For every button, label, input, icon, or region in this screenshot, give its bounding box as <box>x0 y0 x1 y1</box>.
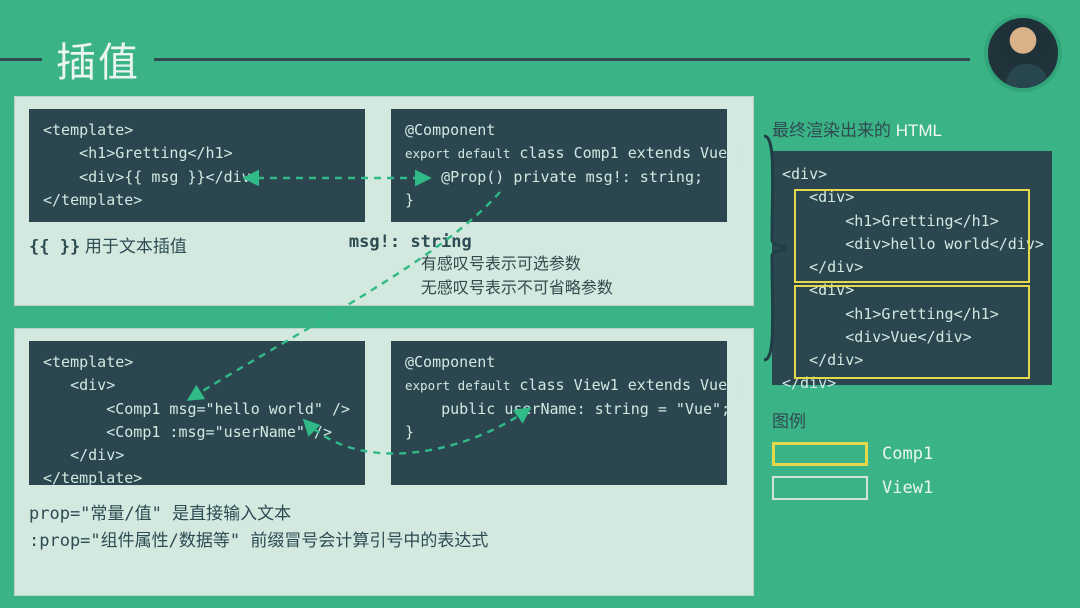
comp1-decorator: @Component <box>405 121 495 139</box>
view1-class-decl: class View1 extends Vue { <box>510 376 745 394</box>
note-prop-bound: :prop="组件属性/数据等" 前缀冒号会计算引号中的表达式 <box>29 528 739 555</box>
comp1-close-brace: } <box>405 191 414 209</box>
slide-title: 插值 <box>42 30 154 88</box>
panel-view1-row: <template> <div> <Comp1 msg="hello world… <box>29 341 739 485</box>
panel-view1-notes: prop="常量/值" 是直接输入文本 :prop="组件属性/数据等" 前缀冒… <box>29 501 739 555</box>
legend-heading: 图例 <box>772 407 1052 432</box>
right-column: 最终渲染出来的 HTML <div> <div> <h1>Gretting</h… <box>772 96 1052 596</box>
view1-decorator: @Component <box>405 353 495 371</box>
component-code-view1: @Component export default class View1 ex… <box>391 341 727 485</box>
highlight-comp1-instance1 <box>794 189 1030 283</box>
note-mustache-text: 用于文本插值 <box>80 237 187 256</box>
legend-swatch-comp1 <box>772 442 868 466</box>
legend-label-view1: View1 <box>882 478 933 498</box>
legend-label-comp1: Comp1 <box>882 444 933 464</box>
comp1-prop-line: @Prop() private msg!: string; <box>405 168 703 186</box>
note-mustache: {{ }} 用于文本插值 <box>29 232 187 299</box>
note-msg-bang: msg!: string 有感叹号表示可选参数 无感叹号表示不可省略参数 <box>349 232 613 299</box>
legend-swatch-view1 <box>772 476 868 500</box>
note-mustache-syntax: {{ }} <box>29 237 80 257</box>
title-rule-right <box>154 58 970 61</box>
left-column: <template> <h1>Gretting</h1> <div>{{ msg… <box>14 96 754 596</box>
rendered-html-output: <div> <div> <h1>Gretting</h1> <div>hello… <box>772 151 1052 385</box>
title-rule-left <box>0 58 42 61</box>
comp1-class-decl: class Comp1 extends Vue { <box>510 144 745 162</box>
note-msg-sub1: 有感叹号表示可选参数 <box>349 254 613 276</box>
slide-title-row: 插值 <box>0 30 1080 88</box>
presenter-avatar <box>984 14 1062 92</box>
legend-row-comp1: Comp1 <box>772 442 1052 466</box>
panel-view1: <template> <div> <Comp1 msg="hello world… <box>14 328 754 596</box>
panel-comp1-row: <template> <h1>Gretting</h1> <div>{{ msg… <box>29 109 739 222</box>
note-msg-sub2: 无感叹号表示不可省略参数 <box>349 278 613 300</box>
rendered-html-heading-cn: 最终渲染出来的 <box>772 121 896 140</box>
rendered-html-heading-en: HTML <box>896 121 942 140</box>
main-area: <template> <h1>Gretting</h1> <div>{{ msg… <box>14 96 1066 596</box>
comp1-export-kw: export default <box>405 146 510 161</box>
template-code-view1: <template> <div> <Comp1 msg="hello world… <box>29 341 365 485</box>
template-code-comp1: <template> <h1>Gretting</h1> <div>{{ msg… <box>29 109 365 222</box>
legend-row-view1: View1 <box>772 476 1052 500</box>
note-msg-head: msg!: string <box>349 232 472 252</box>
panel-comp1-notes: {{ }} 用于文本插值 msg!: string 有感叹号表示可选参数 无感叹… <box>29 232 739 299</box>
view1-close-brace: } <box>405 423 414 441</box>
view1-prop-line: public userName: string = "Vue"; <box>405 400 730 418</box>
component-code-comp1: @Component export default class Comp1 ex… <box>391 109 727 222</box>
note-prop-const: prop="常量/值" 是直接输入文本 <box>29 501 739 528</box>
view1-export-kw: export default <box>405 378 510 393</box>
highlight-comp1-instance2 <box>794 285 1030 379</box>
panel-comp1: <template> <h1>Gretting</h1> <div>{{ msg… <box>14 96 754 306</box>
rendered-html-heading: 最终渲染出来的 HTML <box>772 116 1052 141</box>
